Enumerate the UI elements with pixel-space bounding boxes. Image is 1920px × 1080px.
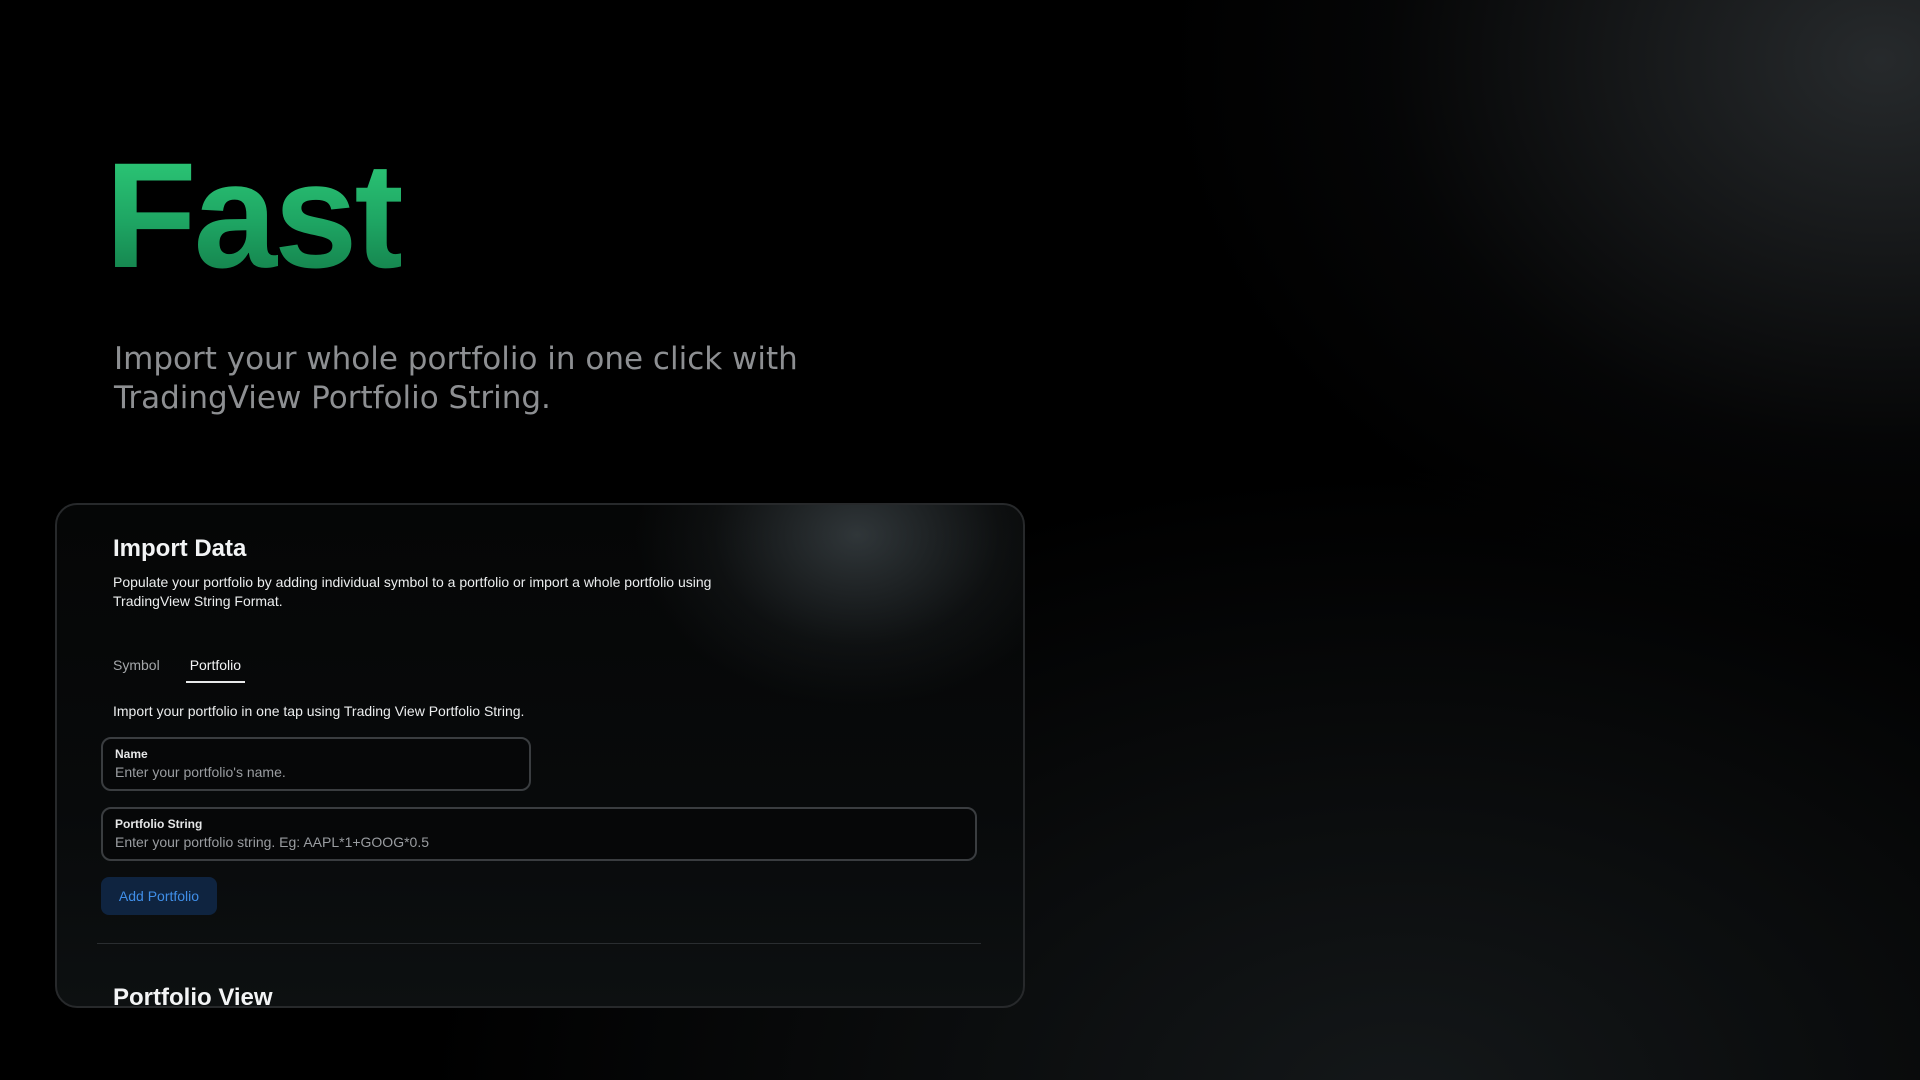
portfolio-string-field[interactable]: Portfolio String: [101, 807, 977, 861]
add-portfolio-button[interactable]: Add Portfolio: [101, 877, 217, 915]
card-description: Populate your portfolio by adding indivi…: [113, 574, 712, 609]
card-title: Import Data: [113, 535, 247, 562]
section-divider: [97, 943, 981, 944]
hero-title: Fast: [105, 131, 404, 299]
hero-subtitle: Import your whole portfolio in one click…: [114, 341, 798, 416]
tab-symbol[interactable]: Symbol: [113, 651, 160, 683]
tab-portfolio[interactable]: Portfolio: [185, 651, 246, 683]
import-tabs: Symbol Portfolio: [113, 651, 246, 683]
name-field-label: Name: [115, 747, 148, 761]
name-input[interactable]: [115, 764, 517, 780]
portfolio-view-title: Portfolio View: [113, 984, 273, 1008]
name-field[interactable]: Name: [101, 737, 531, 791]
portfolio-string-field-label: Portfolio String: [115, 817, 203, 831]
portfolio-string-input[interactable]: [115, 834, 963, 850]
portfolio-tab-hint: Import your portfolio in one tap using T…: [113, 703, 525, 719]
landing-page: Fast Import your whole portfolio in one …: [0, 0, 1920, 1080]
import-data-card: Import Data Populate your portfolio by a…: [55, 503, 1025, 1008]
